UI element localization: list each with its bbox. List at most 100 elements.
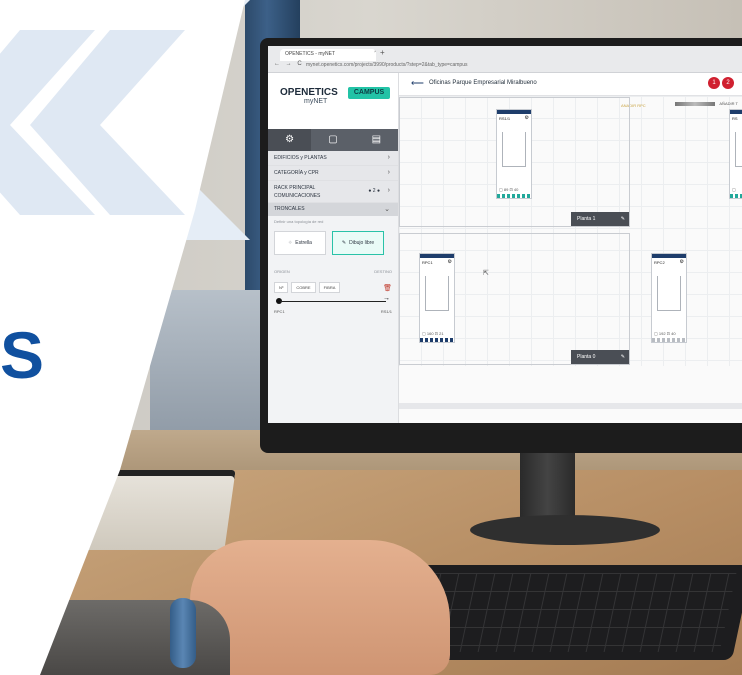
topology-label: Dibujo libre (349, 240, 375, 246)
sidebar-item-label: EDIFICIOS y PLANTAS (274, 155, 327, 161)
rack-body (502, 132, 526, 167)
connector-line (280, 301, 386, 302)
chevron-right-icon: › (387, 169, 390, 176)
cable-icon (675, 101, 716, 106)
rack-body (425, 276, 449, 311)
origin-label: ORIGEN (274, 269, 290, 274)
photo-scene: OPENETICS - myNET × + ← → C mynet.openet… (0, 0, 742, 675)
sidebar-item-label: RACK PRINCIPAL COMUNICACIONES (274, 185, 321, 199)
chevron-down-icon: ⌄ (384, 206, 390, 213)
topology-label: Estrella (295, 240, 312, 246)
sidebar-item-edificios[interactable]: EDIFICIOS y PLANTAS › (268, 151, 398, 166)
app-screen: OPENETICS - myNET × + ← → C mynet.openet… (268, 46, 742, 423)
rack-counts: ▢ (732, 187, 736, 192)
rack-wave (652, 338, 686, 342)
brand-letter: S (0, 318, 45, 392)
topology-hint: Definir una topología de red (274, 219, 324, 224)
rack-counts: ▢ 160 ⊡ 21 (422, 331, 444, 336)
tab-title: OPENETICS - myNET (285, 51, 336, 57)
sidebar-item-label: CATEGORÍA y CPR (274, 170, 319, 176)
monitor-stand-base (470, 515, 660, 545)
add-trunk[interactable]: AÑADIR T (675, 101, 738, 106)
monitor-stand (520, 445, 575, 520)
section-label: TRONCALES (274, 206, 305, 212)
rack-name-row: RPC1 ⚙ (420, 258, 454, 267)
rack-name-row: RPC2 ⚙ (652, 258, 686, 267)
step-badge[interactable]: 1 (708, 77, 720, 89)
list-icon[interactable]: ▤ (355, 129, 398, 151)
rack-counts: ▢ 192 ⊡ 40 (654, 331, 676, 336)
close-icon[interactable]: × (374, 49, 376, 55)
section-troncales[interactable]: TRONCALES ⌄ (268, 203, 398, 216)
logo-area: OPENETICS myNET CAMPUS (268, 73, 398, 129)
trunk-ends: RPC1 RS1/1 (268, 307, 398, 316)
trunk-destination: RS1/1 (380, 309, 392, 314)
settings-icon[interactable]: ⚙ (448, 259, 452, 265)
logo-sub: myNET (304, 98, 328, 105)
trunk-origin: RPC1 (274, 309, 285, 314)
floor-tag: Planta 0 ✎ (571, 350, 629, 364)
floor-name: Planta 0 (577, 354, 596, 360)
campus-badge[interactable]: CAMPUS (348, 87, 390, 99)
edit-icon[interactable]: ✎ (621, 212, 629, 226)
trunk-chips: Nº COBRE FIBRA 🗑 (268, 276, 398, 297)
arrow-right-icon: → (383, 295, 390, 302)
browser-tab[interactable]: OPENETICS - myNET × (280, 49, 376, 61)
new-tab-button[interactable]: + (380, 48, 385, 57)
pencil-icon: ✎ (341, 240, 347, 246)
trash-icon[interactable]: 🗑 (383, 284, 392, 292)
rack-icon[interactable]: ▢ (311, 129, 354, 151)
chip-copper[interactable]: COBRE (291, 282, 316, 293)
star-icon: ⁘ (288, 240, 293, 246)
book-stack (49, 470, 236, 550)
rack-wave (497, 194, 531, 198)
page-title: Oficinas Parque Empresarial Miralbueno (429, 80, 537, 86)
main-canvas: ⟵ Oficinas Parque Empresarial Miralbueno… (399, 73, 742, 423)
rack-card[interactable]: RPC1 ⚙ ▢ 160 ⊡ 21 (419, 253, 455, 343)
settings-icon[interactable]: ⚙ (525, 115, 529, 121)
settings-icon[interactable]: ⚙ (680, 259, 684, 265)
star-topology-button[interactable]: ⁘ Estrella (274, 231, 326, 255)
rack-name: RPC2 (654, 260, 665, 265)
rack-card[interactable]: RPC2 ⚙ ▢ 192 ⊡ 40 (651, 253, 687, 343)
browser-chrome: OPENETICS - myNET × + ← → C mynet.openet… (268, 46, 742, 73)
sidebar-item-categoria[interactable]: CATEGORÍA y CPR › (268, 166, 398, 181)
monitor: OPENETICS - myNET × + ← → C mynet.openet… (260, 38, 742, 453)
sidebar-item-rack-principal[interactable]: RACK PRINCIPAL COMUNICACIONES ● 2 ● › (268, 181, 398, 203)
cursor-icon: ⇱ (483, 270, 489, 277)
freehand-topology-button[interactable]: ✎ Dibujo libre (332, 231, 384, 255)
logo: OPENETICS (280, 87, 338, 98)
nav-buttons[interactable]: ← → C (274, 61, 304, 67)
sidebar-toolbar: ⚙ ▢ ▤ (268, 129, 398, 151)
edit-icon[interactable]: ✎ (621, 350, 629, 364)
rack-body (735, 132, 742, 167)
rack-name: RS1/1 (499, 116, 511, 121)
rack-counts: ▢ 89 ⊡ 40 (499, 187, 519, 192)
rack-wave (420, 338, 454, 342)
gear-icon[interactable]: ⚙ (268, 129, 312, 151)
rack-card[interactable]: RS1/1 ⚙ ▢ 89 ⊡ 40 (496, 109, 532, 199)
floor-name: Planta 1 (577, 216, 596, 222)
rack-body (657, 276, 681, 311)
topology-options: ⁘ Estrella ✎ Dibujo libre (268, 227, 398, 259)
add-trunk-label: AÑADIR T (719, 101, 738, 106)
chip-fiber[interactable]: FIBRA (318, 282, 341, 293)
main-header: ⟵ Oficinas Parque Empresarial Miralbueno… (399, 73, 742, 96)
floor-tag: Planta 1 ✎ (571, 212, 629, 226)
chip-number[interactable]: Nº (274, 282, 289, 293)
rack-name-row: RS1/1 ⚙ (497, 114, 531, 123)
back-arrow-icon[interactable]: ⟵ (411, 78, 424, 89)
origin-dest-header: ORIGEN DESTINO (268, 259, 398, 276)
rack-name: RPC1 (422, 260, 433, 265)
dest-label: DESTINO (374, 269, 392, 274)
step-badges: 1 2 (708, 77, 734, 89)
chevron-right-icon: › (387, 154, 390, 161)
rack-count-stepper[interactable]: ● 2 ● (368, 187, 380, 195)
bracelet (170, 598, 196, 668)
horizontal-scrollbar[interactable] (399, 403, 742, 409)
step-badge[interactable]: 2 (722, 77, 734, 89)
sidebar: OPENETICS myNET CAMPUS ⚙ ▢ ▤ EDIFICIOS y… (268, 73, 399, 423)
address-bar[interactable]: mynet.openetics.com/projects/3990/produc… (306, 61, 736, 70)
rack-card[interactable]: RS ▢ (729, 109, 742, 199)
trunk-connector: → (276, 295, 390, 307)
